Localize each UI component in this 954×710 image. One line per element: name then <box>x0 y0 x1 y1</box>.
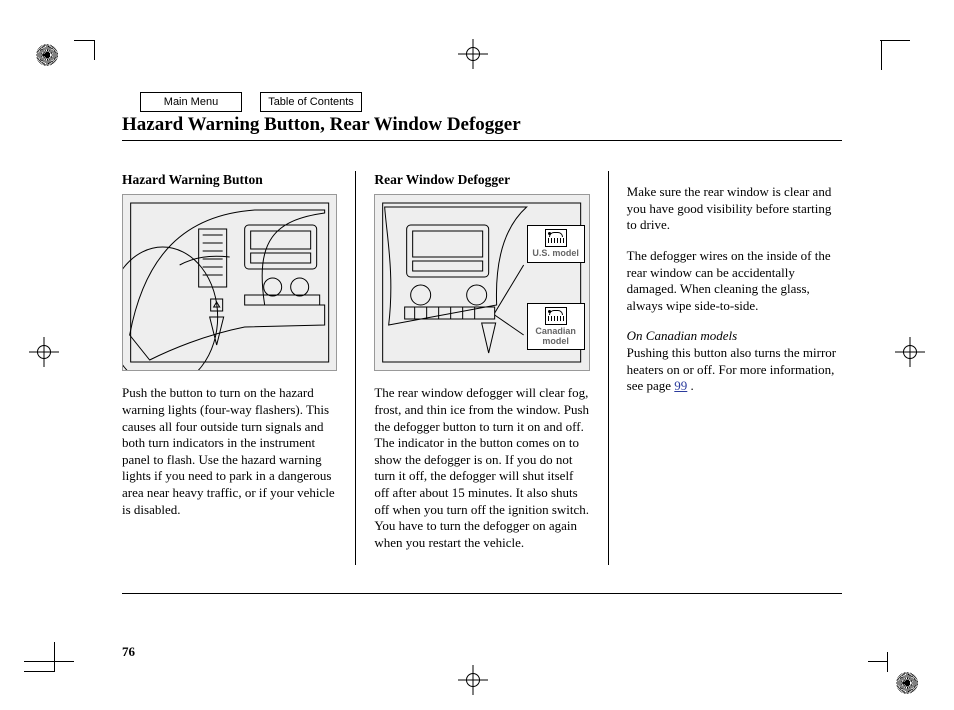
crop-mark <box>868 661 888 662</box>
colc-p1: Make sure the rear window is clear and y… <box>627 184 842 234</box>
defogger-heading: Rear Window Defogger <box>374 171 589 188</box>
toc-label: Table of Contents <box>268 96 354 108</box>
colc-p2: The defogger wires on the inside of the … <box>627 248 842 315</box>
crop-mark <box>881 40 882 70</box>
registration-mark-icon <box>463 670 483 690</box>
crop-mark <box>54 642 55 672</box>
colc-p3a: Pushing this button also turns the mirro… <box>627 345 836 393</box>
crop-mark <box>880 40 910 41</box>
us-model-label: U.S. model <box>532 248 579 258</box>
toc-button[interactable]: Table of Contents <box>260 92 362 112</box>
hazard-body: Push the button to turn on the hazard wa… <box>122 385 337 518</box>
page-number: 76 <box>122 644 135 660</box>
registration-mark-icon <box>900 342 920 362</box>
colc-p3b: . <box>691 378 694 393</box>
crop-mark <box>94 40 95 60</box>
page-title: Hazard Warning Button, Rear Window Defog… <box>122 114 842 141</box>
crop-mark <box>24 661 74 662</box>
canadian-note-label: On Canadian models <box>627 328 738 343</box>
hazard-illustration <box>122 194 337 371</box>
registration-mark-icon <box>34 342 54 362</box>
canadian-model-label: Canadian model <box>535 326 576 345</box>
crop-mark <box>887 652 888 672</box>
canadian-model-callout: Canadian model <box>527 303 585 350</box>
defogger-icon <box>545 229 567 247</box>
printer-mark-icon <box>896 672 918 694</box>
registration-mark-icon <box>463 44 483 64</box>
page-ref-link[interactable]: 99 <box>674 378 687 393</box>
us-model-callout: U.S. model <box>527 225 585 262</box>
defogger-illustration: U.S. model Canadian model <box>374 194 589 371</box>
main-menu-label: Main Menu <box>164 96 218 108</box>
crop-mark <box>74 40 94 41</box>
crop-mark <box>24 671 54 672</box>
hazard-heading: Hazard Warning Button <box>122 171 337 188</box>
printer-mark-icon <box>36 44 58 66</box>
defogger-icon <box>545 307 567 325</box>
main-menu-button[interactable]: Main Menu <box>140 92 242 112</box>
defogger-body: The rear window defogger will clear fog,… <box>374 385 589 551</box>
